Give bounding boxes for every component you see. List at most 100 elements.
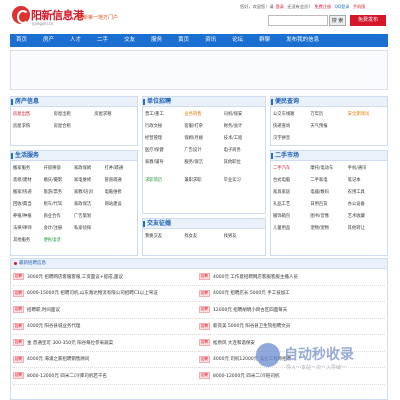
category-link[interactable]: 客服/打杂 bbox=[184, 123, 223, 129]
category-link[interactable]: 电子商务 bbox=[224, 147, 263, 153]
category-link[interactable]: 农用工具 bbox=[348, 189, 385, 195]
category-link[interactable]: 打井/疏通 bbox=[105, 165, 136, 171]
logo-icon[interactable] bbox=[12, 6, 30, 24]
category-link[interactable]: 安全期测试 bbox=[348, 111, 385, 117]
post-info-button[interactable]: 免费发布 bbox=[350, 15, 386, 26]
news-link[interactable]: 4000元 海浦之家招聘销售顾问 bbox=[27, 356, 89, 362]
category-link[interactable]: 服饰箱包 bbox=[273, 213, 310, 219]
category-link[interactable]: 其他服务 bbox=[13, 237, 44, 243]
category-link[interactable]: 广告策划 bbox=[74, 213, 105, 219]
category-link[interactable]: 找男友 bbox=[224, 233, 263, 239]
news-row[interactable]: 招聘 6000-15000元 招聘司机,山东潍达物流有限公司招聘C1以上驾证 bbox=[13, 286, 199, 302]
category-link[interactable]: 医疗/保健 bbox=[145, 147, 184, 153]
nav-item-dating[interactable]: 交友 bbox=[116, 34, 143, 47]
nav-item-home[interactable]: 首页 bbox=[10, 34, 35, 47]
category-link[interactable]: 搬家服务 bbox=[13, 165, 44, 171]
category-link[interactable]: 开锁换锁 bbox=[44, 165, 75, 171]
category-link[interactable]: 其他转让 bbox=[348, 225, 385, 231]
news-link[interactable]: 3000元 招聘网店客服客服,工资面议+提成,面议 bbox=[27, 274, 123, 280]
category-link[interactable]: 电脑维修 bbox=[105, 189, 136, 195]
category-link[interactable]: 房屋出租 bbox=[54, 111, 95, 117]
category-link[interactable]: 二手汽车 bbox=[273, 165, 310, 171]
category-link[interactable]: 普工/重工 bbox=[145, 111, 184, 117]
news-link[interactable]: 12000元 招聘胡明小目古区四面每天 bbox=[213, 307, 287, 313]
nav-item-jobs[interactable]: 人才 bbox=[62, 34, 89, 47]
category-link[interactable]: 房屋出售 bbox=[13, 111, 54, 117]
category-link[interactable]: 装修/建材 bbox=[13, 177, 44, 183]
category-link[interactable]: 广告设计 bbox=[184, 147, 223, 153]
category-link[interactable]: 技术/工程 bbox=[224, 135, 263, 141]
category-link[interactable]: 服务/保洁 bbox=[184, 159, 223, 165]
news-row[interactable]: 招聘 薪资美 5000元 阳谷县卫生院招聘文员 bbox=[199, 319, 385, 335]
category-link[interactable]: 回收/典当 bbox=[13, 201, 44, 207]
category-link[interactable]: 我要交友 bbox=[145, 233, 184, 239]
category-link[interactable]: 电器/数码 bbox=[310, 189, 347, 195]
category-link[interactable]: 家电维修 bbox=[74, 177, 105, 183]
category-link[interactable]: 求职简历 bbox=[145, 177, 184, 183]
category-link[interactable]: 管道疏通 bbox=[105, 177, 136, 183]
category-link[interactable]: 手机/通讯 bbox=[348, 165, 385, 171]
news-link[interactable]: 薪资美 5000元 阳谷县卫生院招聘文员 bbox=[213, 323, 290, 329]
category-link[interactable]: 法律/律师 bbox=[13, 225, 44, 231]
category-link[interactable]: 笔记本 bbox=[348, 177, 385, 183]
search-button[interactable]: 搜 索 bbox=[329, 15, 346, 26]
category-link[interactable]: 其他职位 bbox=[224, 159, 263, 165]
nav-item-service[interactable]: 服务 bbox=[143, 34, 170, 47]
category-link[interactable]: 网站建设 bbox=[105, 201, 136, 207]
category-link[interactable]: 司机/保安 bbox=[224, 111, 263, 117]
category-link[interactable]: 家政保姆 bbox=[74, 165, 105, 171]
category-link[interactable]: 婚庆/摄影 bbox=[44, 177, 75, 183]
news-row[interactable]: 招聘 4000元 海浦之家招聘销售顾问 bbox=[13, 352, 199, 368]
category-link[interactable]: 儿童用品 bbox=[273, 225, 310, 231]
news-row[interactable]: 招聘 12000元 招聘胡明小目古区四面每天 bbox=[199, 302, 385, 319]
category-link[interactable]: 房屋求购 bbox=[13, 123, 54, 129]
news-row[interactable]: 招聘金 普通宝可 300-350元 阳谷每位参采蔬菜 bbox=[13, 335, 199, 352]
category-link[interactable]: 家政保洁 bbox=[74, 201, 105, 207]
nav-item-forum[interactable]: 论坛 bbox=[224, 34, 251, 47]
nav-item-post[interactable]: 发布我的信息 bbox=[278, 34, 327, 47]
news-row[interactable]: 招聘 4000元 工作意招聘网店客服客服主播人员 bbox=[199, 269, 385, 286]
nav-item-groupchat[interactable]: 群聊 bbox=[251, 34, 278, 47]
category-link[interactable]: 台式电脑 bbox=[273, 177, 310, 183]
category-link[interactable]: 旅游/票务 bbox=[44, 189, 75, 195]
category-link[interactable]: 兼职求职 bbox=[184, 177, 223, 183]
category-link[interactable]: 家具家居 bbox=[273, 189, 310, 195]
category-link[interactable]: 万年历 bbox=[310, 111, 347, 117]
nav-item-news[interactable]: 资讯 bbox=[197, 34, 224, 47]
category-link[interactable]: 家教/辅导 bbox=[145, 159, 184, 165]
nav-item-house[interactable]: 房产 bbox=[35, 34, 62, 47]
news-link[interactable]: 8000-12000元 四米二/冷库司机若干名 bbox=[27, 373, 107, 379]
category-link[interactable]: 业务销售 bbox=[184, 111, 223, 117]
qq-login-link[interactable]: QQ登录 bbox=[335, 4, 350, 9]
category-link[interactable]: 行政文秘 bbox=[145, 123, 184, 129]
category-link[interactable]: 快递查询 bbox=[273, 123, 310, 129]
nav-item-secondhand[interactable]: 二手 bbox=[89, 34, 116, 47]
category-link[interactable]: 办公设备 bbox=[348, 201, 385, 207]
category-link[interactable]: 图书/音像 bbox=[310, 213, 347, 219]
category-link[interactable]: 汉字拼音 bbox=[273, 135, 310, 141]
category-link[interactable]: 商业合作 bbox=[44, 213, 75, 219]
category-link[interactable]: 经营管理 bbox=[145, 135, 184, 141]
news-link[interactable]: 6000-15000元 招聘司机,山东潍达物流有限公司招聘C1以上驾证 bbox=[27, 290, 158, 296]
news-link[interactable]: 金 普通宝可 300-350元 阳谷每位参采蔬菜 bbox=[27, 340, 113, 346]
category-link[interactable]: 毕业实习 bbox=[224, 177, 263, 183]
category-link[interactable]: 会计/注册 bbox=[44, 225, 75, 231]
news-link[interactable]: 4000元 阳谷县城业务代理 bbox=[27, 323, 80, 329]
news-link[interactable]: 4000元 招聘店长 5000元 手工技加工 bbox=[213, 290, 290, 296]
category-link[interactable]: 保姆/月嫂 bbox=[184, 135, 223, 141]
news-row[interactable]: 招聘 4000元 招聘店长 5000元 手工技加工 bbox=[199, 286, 385, 302]
category-link[interactable]: 礼品工艺 bbox=[273, 201, 310, 207]
news-link[interactable]: 松原风 大连和谐保安 bbox=[213, 340, 255, 346]
category-link[interactable]: 摩托/电动车 bbox=[310, 165, 347, 171]
nav-item-yellowpages[interactable]: 黄页 bbox=[170, 34, 197, 47]
category-link[interactable]: 二手家电 bbox=[310, 177, 347, 183]
category-link[interactable]: 财务/会计 bbox=[224, 123, 263, 129]
category-link[interactable]: 找女友 bbox=[184, 233, 223, 239]
search-input[interactable] bbox=[268, 15, 328, 26]
news-link[interactable]: 招聘职,时间面议 bbox=[27, 307, 60, 313]
category-link[interactable]: 日用百货 bbox=[310, 201, 347, 207]
mobile-link[interactable]: 手机版 bbox=[353, 4, 366, 9]
news-link[interactable]: 4000元 工作意招聘网店客服客服主播人员 bbox=[213, 274, 298, 280]
news-row[interactable]: 招聘 3000元 招聘网店客服客服,工资面议+提成,面议 bbox=[13, 269, 199, 286]
news-row[interactable]: 招聘 招聘职,时间面议 bbox=[13, 302, 199, 319]
